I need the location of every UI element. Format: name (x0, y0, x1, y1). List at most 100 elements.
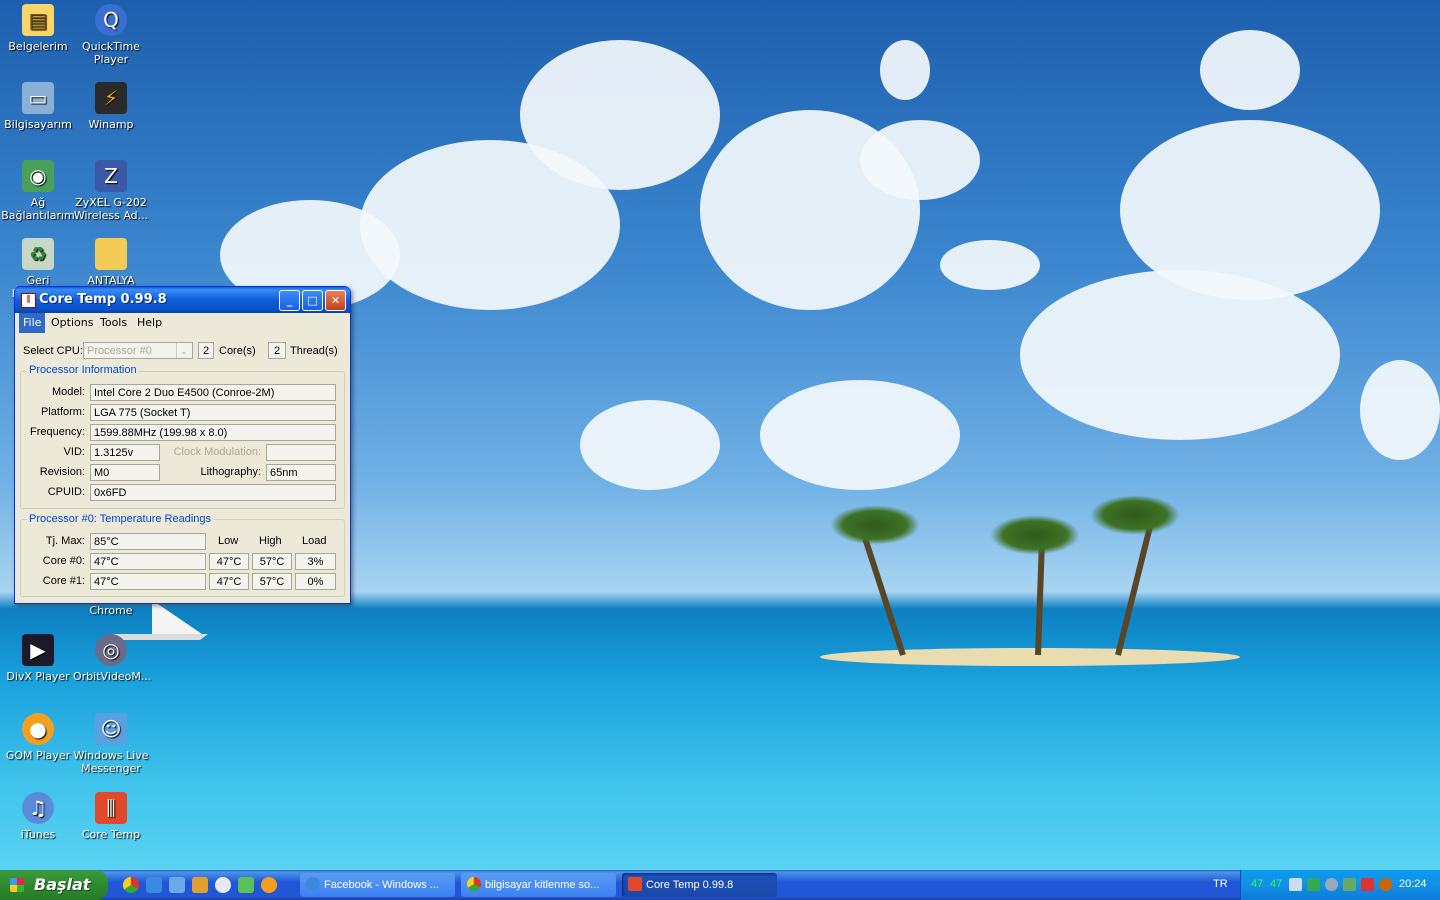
icon-label: Ağ Bağlantılarım (1, 196, 75, 222)
palm-leaves (990, 515, 1080, 555)
threads-label: Thread(s) (290, 345, 338, 357)
menu-help[interactable]: Help (133, 316, 166, 329)
icon-label: Bilgisayarım (4, 118, 72, 131)
core0-low: 47°C (209, 553, 249, 570)
media-player-icon[interactable] (215, 877, 231, 893)
cloud (1020, 270, 1340, 440)
start-label: Başlat (34, 875, 91, 894)
window-titlebar[interactable]: ⫼ Core Temp 0.99.8 _ □ ✕ (15, 287, 350, 313)
core1-label: Core #1: (42, 575, 85, 587)
task-label: Core Temp 0.99.8 (646, 879, 734, 891)
windows-logo-icon (10, 878, 24, 892)
menu-file[interactable]: File (19, 313, 46, 333)
taskbar: Başlat Facebook - Windows ... bilgisayar… (0, 870, 1440, 900)
clock-modulation-value (266, 444, 336, 461)
desktop-icon-bilgisayarim[interactable]: ▭ Bilgisayarım (0, 82, 76, 131)
desktop-icon-chrome[interactable]: Chrome (73, 604, 149, 617)
icon-label: DivX Player (6, 670, 70, 683)
task-label: Facebook - Windows ... (324, 879, 439, 891)
desktop-icon-core-temp[interactable]: ⫼ Core Temp (73, 792, 149, 841)
core-temp-icon (628, 877, 642, 891)
tray-temp-core0[interactable]: 47 (1251, 878, 1263, 890)
model-label: Model: (51, 386, 85, 398)
winamp-icon[interactable] (192, 877, 208, 893)
desktop-icon-ag-baglantilarim[interactable]: ◉ Ağ Bağlantılarım (0, 160, 76, 222)
cloud (760, 380, 960, 490)
desktop-icon-zyxel[interactable]: Z ZyXEL G-202 Wireless Ad... (73, 160, 149, 222)
core0-temp: 47°C (90, 553, 206, 570)
desktop-icon-quicktime[interactable]: Q QuickTime Player (73, 4, 149, 66)
processor-select[interactable]: Processor #0 ⌄ (83, 342, 193, 359)
task-core-temp[interactable]: Core Temp 0.99.8 (622, 873, 777, 897)
zyxel-icon[interactable] (1307, 878, 1320, 891)
cloud (1200, 30, 1300, 110)
cpuid-label: CPUID: (47, 486, 85, 498)
close-button[interactable]: ✕ (325, 290, 346, 311)
core1-temp: 47°C (90, 573, 206, 590)
alert-icon[interactable] (1379, 878, 1392, 891)
chrome-icon[interactable] (123, 877, 139, 893)
network-icon[interactable] (1289, 878, 1302, 891)
folder-icon (95, 238, 127, 270)
gom-icon[interactable] (261, 877, 277, 893)
itunes-icon: ♫ (22, 792, 54, 824)
antivirus-icon[interactable] (1325, 878, 1338, 891)
desktop-icon-divx[interactable]: ▶ DivX Player (0, 634, 76, 683)
core1-high: 57°C (252, 573, 292, 590)
task-label: bilgisayar kitlenme so... (485, 879, 600, 891)
maximize-button[interactable]: □ (302, 290, 323, 311)
ie-icon (306, 877, 320, 891)
col-load-header: Load (302, 535, 327, 547)
language-indicator[interactable]: TR (1213, 878, 1228, 890)
core1-low: 47°C (209, 573, 249, 590)
start-button[interactable]: Başlat (0, 870, 108, 900)
tray-temp-core1[interactable]: 47 (1270, 878, 1282, 890)
minimize-button[interactable]: _ (279, 290, 300, 311)
menu-bar: File Options Tools Help (15, 313, 350, 333)
zyxel-icon: Z (95, 160, 127, 192)
clock[interactable]: 20:24 (1399, 878, 1427, 890)
chevron-down-icon: ⌄ (176, 343, 191, 358)
desktop-icon-gom-player[interactable]: ● GOM Player (0, 713, 76, 762)
menu-options[interactable]: Options (47, 316, 97, 329)
cloud (880, 40, 930, 100)
desktop-icon-winamp[interactable]: ⚡ Winamp (73, 82, 149, 131)
palm-tree (1115, 523, 1154, 656)
desktop-icon-messenger[interactable]: ☺ Windows Live Messenger (73, 713, 149, 775)
menu-tools[interactable]: Tools (96, 316, 131, 329)
desktop-icon-itunes[interactable]: ♫ iTunes (0, 792, 76, 841)
core-temp-window[interactable]: ⫼ Core Temp 0.99.8 _ □ ✕ File Options To… (14, 286, 351, 604)
vid-label: VID: (63, 446, 85, 458)
desktop[interactable]: ▤ Belgelerim Q QuickTime Player ▭ Bilgis… (0, 0, 1440, 870)
quicktime-icon: Q (95, 4, 127, 36)
icon-label: GOM Player (5, 749, 71, 762)
cores-count: 2 (198, 342, 214, 359)
messenger-icon[interactable] (238, 877, 254, 893)
desktop-icon-antalya[interactable]: ANTALYA (73, 238, 149, 287)
media-icon[interactable] (169, 877, 185, 893)
security-shield-icon[interactable] (1361, 878, 1374, 891)
cloud (860, 120, 980, 200)
lithography-label: Lithography: (200, 466, 261, 478)
platform-value: LGA 775 (Socket T) (90, 404, 336, 421)
select-cpu-label: Select CPU: (23, 345, 83, 357)
window-title: Core Temp 0.99.8 (39, 292, 167, 307)
desktop-icon-belgelerim[interactable]: ▤ Belgelerim (0, 4, 76, 53)
icon-label: Belgelerim (8, 40, 68, 53)
system-tray: 47 47 20:24 (1240, 870, 1440, 900)
icon-label: ZyXEL G-202 Wireless Ad... (73, 196, 149, 222)
update-icon[interactable] (1343, 878, 1356, 891)
folder-documents-icon: ▤ (22, 4, 54, 36)
core-temp-icon: ⫼ (21, 293, 36, 308)
task-chrome[interactable]: bilgisayar kitlenme so... (461, 873, 616, 897)
core1-load: 0% (295, 573, 336, 590)
winamp-icon: ⚡ (95, 82, 127, 114)
desktop-icon-orbitvideo[interactable]: ◎ OrbitVideoM... (73, 634, 151, 683)
col-low-header: Low (218, 535, 239, 547)
network-icon: ◉ (22, 160, 54, 192)
task-facebook[interactable]: Facebook - Windows ... (300, 873, 455, 897)
ie-icon[interactable] (146, 877, 162, 893)
revision-value: M0 (90, 464, 160, 481)
col-high-header: High (259, 535, 282, 547)
core0-label: Core #0: (42, 555, 85, 567)
